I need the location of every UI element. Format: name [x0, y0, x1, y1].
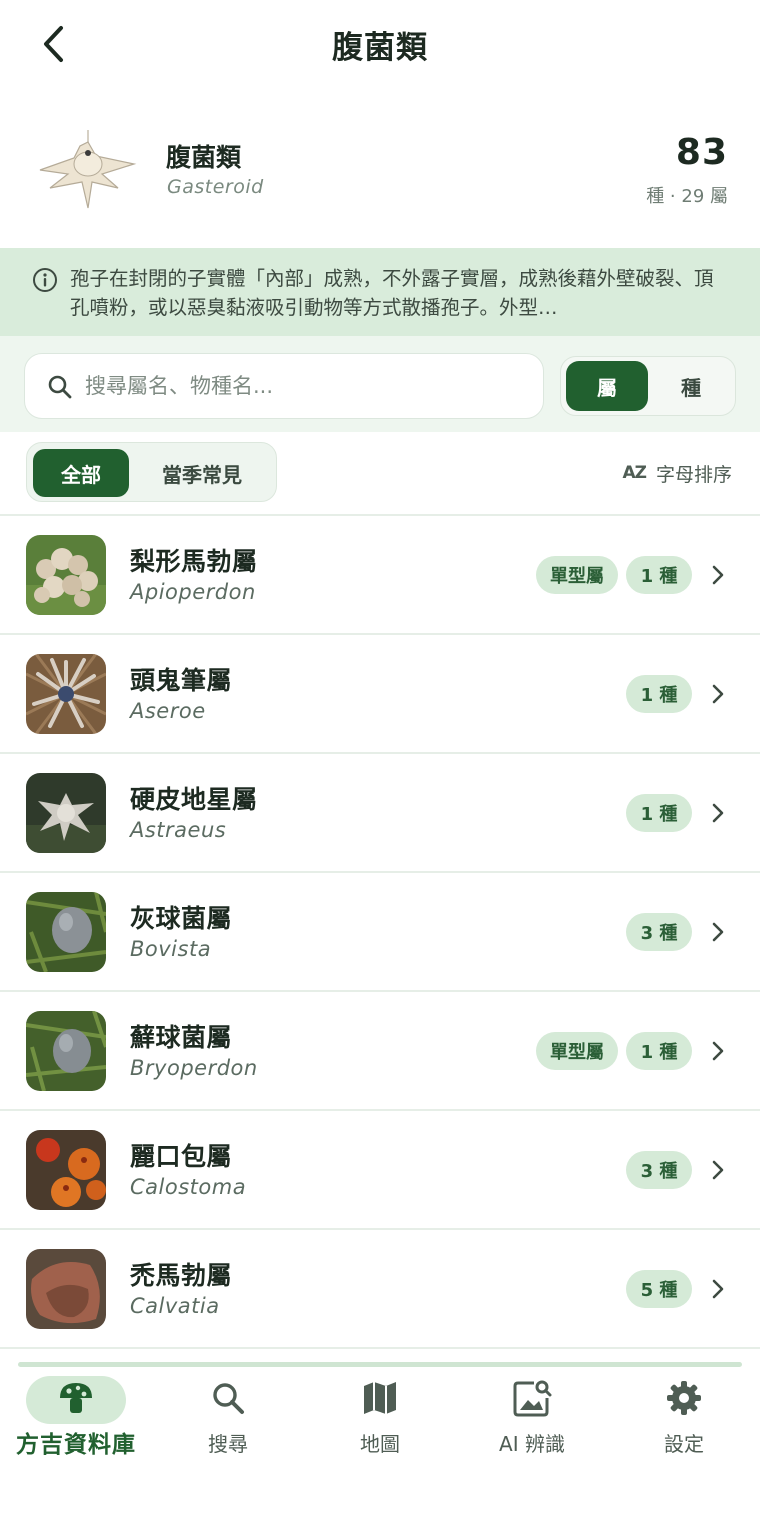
chevron-right-icon: [712, 1279, 724, 1299]
species-count-badge: 3 種: [626, 1151, 692, 1189]
filter-chips: 全部 當季常見: [26, 442, 277, 502]
earthstar-icon: [39, 130, 137, 209]
species-count-badge: 1 種: [626, 675, 692, 713]
bottom-tab-bar: 方吉資料庫 搜尋 地圖 AI 辨識 設定: [0, 1356, 760, 1535]
genus-badges: 3 種: [626, 1151, 692, 1189]
tab-label: 地圖: [360, 1432, 400, 1456]
tab-label: 方吉資料庫: [16, 1432, 136, 1458]
tab-label: 設定: [664, 1432, 704, 1456]
genus-thumbnail: [26, 1130, 106, 1210]
species-genus-summary: 種 · 29 屬: [646, 186, 728, 207]
category-latin-name: Gasteroid: [167, 176, 264, 198]
search-icon: [208, 1378, 248, 1418]
genus-latin-name: Aseroe: [130, 699, 206, 723]
genus-name: 梨形馬勃屬: [130, 547, 258, 576]
genus-thumbnail: [26, 654, 106, 734]
species-count-badge: 1 種: [626, 1032, 692, 1070]
genus-row[interactable]: 梨形馬勃屬 Apioperdon 單型屬 1 種: [0, 516, 760, 635]
page-title: 腹菌類: [332, 30, 428, 66]
genus-thumbnail: [26, 892, 106, 972]
tab-map[interactable]: 地圖: [304, 1370, 456, 1470]
chevron-right-icon: [712, 684, 724, 704]
genus-badges: 1 種: [626, 794, 692, 832]
species-count-badge: 1 種: [626, 556, 692, 594]
genus-row[interactable]: 頭鬼筆屬 Aseroe 1 種: [0, 635, 760, 754]
tab-label: 搜尋: [208, 1432, 248, 1456]
map-icon: [360, 1378, 400, 1418]
genus-row[interactable]: 灰球菌屬 Bovista 3 種: [0, 873, 760, 992]
genus-latin-name: Apioperdon: [130, 580, 256, 604]
genus-row[interactable]: 硬皮地星屬 Astraeus 1 種: [0, 754, 760, 873]
segment-genus[interactable]: 屬: [566, 361, 648, 411]
species-count-badge: 5 種: [626, 1270, 692, 1308]
genus-badges: 單型屬 1 種: [536, 1032, 692, 1070]
sort-button[interactable]: AZ 字母排序: [623, 458, 733, 488]
tab-ai-identify[interactable]: AI 辨識: [456, 1370, 608, 1470]
genus-name: 禿馬勃屬: [130, 1261, 233, 1290]
genus-latin-name: Bovista: [130, 937, 212, 961]
genus-badges: 5 種: [626, 1270, 692, 1308]
genus-badges: 單型屬 1 種: [536, 556, 692, 594]
genus-row[interactable]: 蘚球菌屬 Bryoperdon 單型屬 1 種: [0, 992, 760, 1111]
monotypic-badge: 單型屬: [536, 556, 618, 594]
genus-name: 麗口包屬: [130, 1142, 233, 1171]
category-header: 腹菌類 Gasteroid 83 種 · 29 屬: [0, 112, 760, 242]
chevron-right-icon: [712, 803, 724, 823]
filter-row: 全部 當季常見 AZ 字母排序: [0, 432, 760, 516]
category-name: 腹菌類: [166, 143, 242, 172]
genus-name: 灰球菌屬: [130, 904, 233, 933]
genus-name: 蘚球菌屬: [130, 1023, 233, 1052]
ai-image-icon: [512, 1378, 552, 1418]
monotypic-badge: 單型屬: [536, 1032, 618, 1070]
species-count: 83: [675, 132, 728, 173]
tab-database[interactable]: 方吉資料庫: [0, 1370, 152, 1470]
mushroom-icon: [56, 1378, 96, 1418]
gear-icon: [664, 1378, 704, 1418]
tab-search[interactable]: 搜尋: [152, 1370, 304, 1470]
search-icon: [48, 375, 72, 399]
chevron-right-icon: [712, 1041, 724, 1061]
genus-latin-name: Calostoma: [130, 1175, 247, 1199]
genus-row[interactable]: 禿馬勃屬 Calvatia 5 種: [0, 1230, 760, 1349]
genus-thumbnail: [26, 773, 106, 853]
species-count-badge: 3 種: [626, 913, 692, 951]
genus-name: 頭鬼筆屬: [130, 666, 233, 695]
search-input[interactable]: [85, 364, 525, 408]
genus-list: 梨形馬勃屬 Apioperdon 單型屬 1 種 頭鬼筆屬 Aseroe 1 種: [0, 516, 760, 1349]
sort-label: 字母排序: [655, 463, 732, 486]
search-box[interactable]: [24, 353, 544, 419]
filter-all[interactable]: 全部: [33, 449, 129, 497]
chevron-right-icon: [712, 1160, 724, 1180]
genus-thumbnail: [26, 1249, 106, 1329]
segment-species[interactable]: 種: [650, 361, 732, 411]
search-section: 屬 種: [0, 336, 760, 432]
info-icon: [33, 268, 57, 292]
genus-row[interactable]: 麗口包屬 Calostoma 3 種: [0, 1111, 760, 1230]
genus-thumbnail: [26, 1011, 106, 1091]
genus-badges: 1 種: [626, 675, 692, 713]
top-nav-bar: 腹菌類: [0, 0, 760, 92]
tab-bar-divider: [18, 1362, 742, 1367]
filter-seasonal[interactable]: 當季常見: [137, 449, 267, 497]
genus-species-toggle: 屬 種: [560, 356, 736, 416]
genus-thumbnail: [26, 535, 106, 615]
genus-badges: 3 種: [626, 913, 692, 951]
genus-latin-name: Calvatia: [130, 1294, 220, 1318]
genus-name: 硬皮地星屬: [130, 785, 258, 814]
tab-settings[interactable]: 設定: [608, 1370, 760, 1470]
chevron-right-icon: [712, 922, 724, 942]
genus-latin-name: Astraeus: [130, 818, 227, 842]
description-text: 孢子在封閉的子實體「內部」成熟，不外露子實層，成熟後藉外壁破裂、頂孔噴粉，或以惡…: [70, 267, 714, 319]
species-count-badge: 1 種: [626, 794, 692, 832]
description-banner[interactable]: 孢子在封閉的子實體「內部」成熟，不外露子實層，成熟後藉外壁破裂、頂孔噴粉，或以惡…: [0, 248, 760, 336]
chevron-right-icon: [712, 565, 724, 585]
tab-label: AI 辨識: [499, 1432, 565, 1456]
genus-latin-name: Bryoperdon: [130, 1056, 258, 1080]
sort-alpha-icon: AZ: [622, 463, 648, 483]
